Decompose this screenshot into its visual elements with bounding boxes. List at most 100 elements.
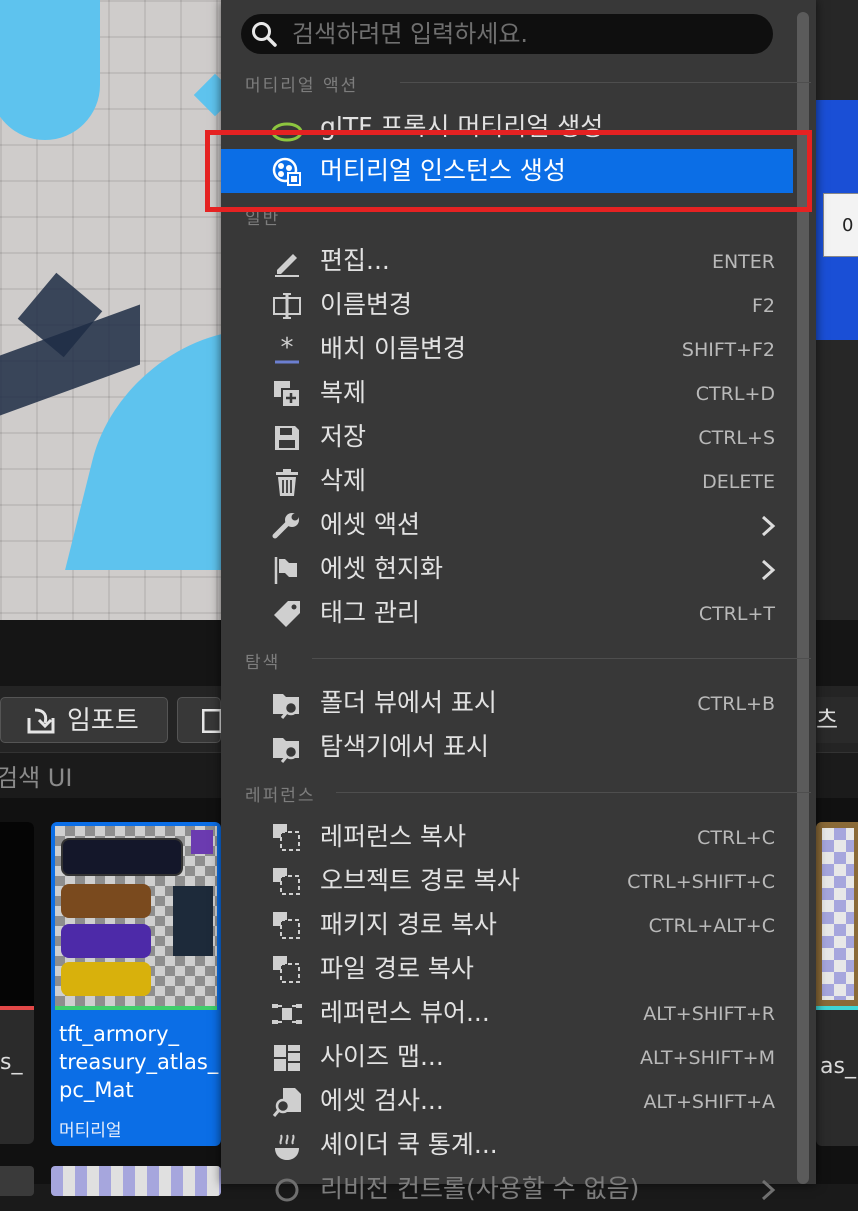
menu-item-batch-rename[interactable]: * 배치 이름변경 SHIFT+F2 [221,327,797,371]
menu-item-show-in-explorer[interactable]: 탐색기에서 표시 [221,725,797,769]
tag-icon [274,601,300,627]
menu-item-save[interactable]: 저장 CTRL+S [221,415,797,459]
menu-item-shortcut: SHIFT+F2 [681,339,775,361]
menu-item-label: 폴더 뷰에서 표시 [320,688,497,717]
menu-item-rename[interactable]: 이름변경 F2 [221,283,797,327]
menu-item-asset-actions[interactable]: 에셋 액션 [221,503,797,547]
import-label: 임포트 [67,706,139,736]
audit-icon [272,1088,301,1117]
menu-item-asset-localization[interactable]: 에셋 현지화 [221,547,797,591]
menu-search-input[interactable] [292,16,762,52]
asset-search-text: 검색 UI [0,764,73,792]
shader-cook-icon [275,1134,299,1160]
menu-item-delete[interactable]: 삭제 DELETE [221,459,797,503]
menu-item-label: 탐색기에서 표시 [320,732,489,761]
import-icon [27,708,55,734]
wrench-icon [272,513,299,539]
chevron-right-icon [761,1179,776,1201]
menu-item-shortcut: DELETE [702,471,775,493]
menu-item-shortcut: CTRL+T [698,603,775,625]
search-icon [252,22,277,47]
menu-item-label: 저장 [320,422,367,451]
menu-item-label: 편집... [320,246,390,275]
trash-icon [276,469,298,496]
asset-thumbnail[interactable] [51,1166,221,1196]
duplicate-icon [274,381,301,408]
asset-tile[interactable] [816,822,858,1146]
save-all-button[interactable] [177,697,222,743]
menu-item-label: 삭제 [320,466,367,495]
menu-item-label: 이름변경 [320,290,413,319]
menu-item-show-in-folder-view[interactable]: 폴더 뷰에서 표시 CTRL+B [221,681,797,725]
menu-item-label: 사이즈 맵... [320,1042,444,1071]
menu-item-copy-reference[interactable]: 레퍼런스 복사 CTRL+C [221,815,797,859]
menu-item-label: 에셋 검사... [320,1086,444,1115]
batch-rename-icon: * [275,334,299,364]
menu-item-label: 셰이더 쿡 통계... [320,1130,498,1159]
folder-search-icon [273,738,299,763]
asset-thumbnail [55,826,217,1006]
menu-item-label: 에셋 현지화 [320,554,443,583]
menu-item-shortcut: CTRL+B [697,693,775,715]
section-divider [336,792,811,793]
asset-name: tft_armory_ treasury_atlas_ pc_Mat [59,1022,219,1102]
section-header-references: 레퍼런스 [245,786,316,806]
menu-item-label: 태그 관리 [320,598,420,627]
rename-icon [273,293,301,319]
menu-item-shortcut: CTRL+S [698,427,775,449]
menu-item-shortcut: CTRL+SHIFT+C [627,871,775,893]
copy-reference-icon [273,912,300,939]
menu-item-reference-viewer[interactable]: 레퍼런스 뷰어... ALT+SHIFT+R [221,991,797,1035]
asset-type-bar [55,1006,217,1010]
menu-item-shortcut: F2 [751,295,775,317]
save-icon [202,709,222,733]
section-header-material-actions: 머티리얼 액션 [245,76,359,96]
menu-item-shader-cook-stats[interactable]: 셰이더 쿡 통계... [221,1123,797,1167]
menu-item-revision-control[interactable]: 리비전 컨트롤(사용할 수 없음) [221,1167,797,1211]
menu-item-shortcut: CTRL+C [697,827,775,849]
menu-item-size-map[interactable]: 사이즈 맵... ALT+SHIFT+M [221,1035,797,1079]
menu-item-shortcut: ALT+SHIFT+M [640,1047,775,1069]
reference-viewer-icon [272,1004,302,1024]
flag-icon [274,557,297,584]
menu-item-shortcut: ALT+SHIFT+A [643,1091,775,1113]
menu-item-label: 에셋 액션 [320,510,420,539]
asset-thumbnail[interactable] [0,1166,34,1196]
asset-type-bar [0,1006,34,1010]
menu-item-copy-object-path[interactable]: 오브젝트 경로 복사 CTRL+SHIFT+C [221,859,797,903]
settings-button[interactable]: 츠 [816,697,858,743]
viewport-cylinder [0,0,100,140]
asset-tile[interactable] [0,822,34,1144]
menu-item-edit[interactable]: 편집... ENTER [221,239,797,283]
menu-item-copy-file-path[interactable]: 파일 경로 복사 [221,947,797,991]
revision-control-icon [275,1178,299,1202]
menu-item-label: 복제 [320,378,367,407]
menu-item-duplicate[interactable]: 복제 CTRL+D [221,371,797,415]
menu-item-copy-package-path[interactable]: 패키지 경로 복사 CTRL+ALT+C [221,903,797,947]
menu-item-manage-tags[interactable]: 태그 관리 CTRL+T [221,591,797,635]
section-divider [400,82,811,83]
menu-item-shortcut: CTRL+D [695,383,775,405]
chevron-right-icon [761,559,776,581]
menu-item-label: 레퍼런스 복사 [320,822,466,851]
settings-label: 츠 [816,706,839,734]
menu-item-label: 패키지 경로 복사 [320,910,497,939]
folder-search-icon [273,694,299,719]
import-button[interactable]: 임포트 [0,697,168,743]
asset-type: 머티리얼 [59,1121,122,1141]
menu-item-shortcut: ENTER [711,251,775,273]
menu-item-audit-assets[interactable]: 에셋 검사... ALT+SHIFT+A [221,1079,797,1123]
menu-item-label: 배치 이름변경 [320,334,466,363]
asset-tile-selected[interactable]: tft_armory_ treasury_atlas_ pc_Mat 머티리얼 [51,822,221,1146]
menu-item-shortcut: ALT+SHIFT+R [643,1003,775,1025]
asset-name: s_ [0,1050,23,1075]
menu-item-label: 레퍼런스 뷰어... [320,998,490,1027]
pencil-icon [275,254,299,277]
chevron-right-icon [761,515,776,537]
annotation-highlight-box [205,130,812,212]
svg-text:*: * [281,334,294,363]
save-icon [275,426,299,450]
menu-item-label: 파일 경로 복사 [320,954,474,983]
asset-type-bar [816,1006,858,1010]
section-divider [312,658,811,659]
